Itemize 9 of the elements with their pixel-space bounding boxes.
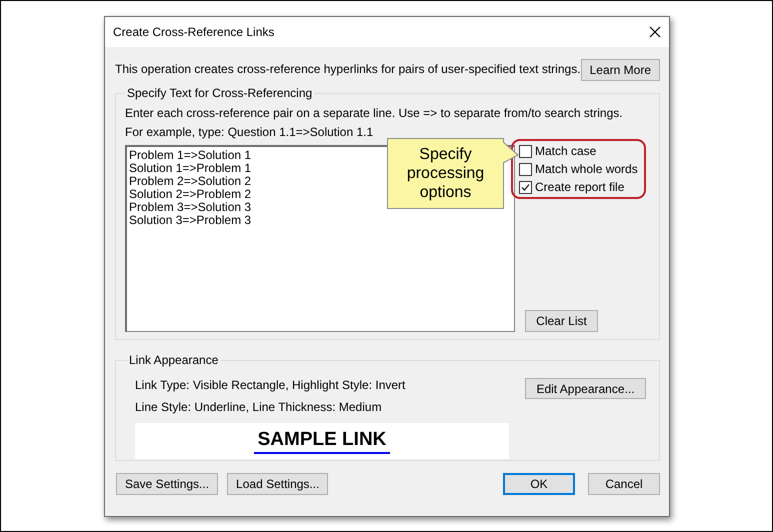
instruction-text: For example, type: Question 1.1=>Solution 1.1 bbox=[125, 125, 374, 139]
callout-tooltip: Specify processing options bbox=[387, 138, 504, 209]
appearance-text: Line Style: Underline, Line Thickness: Medium bbox=[135, 400, 383, 414]
group-label: Specify Text for Cross-Referencing bbox=[126, 86, 314, 100]
window-title: Create Cross-Reference Links bbox=[113, 25, 274, 39]
instruction-text: Enter each cross-reference pair on a separate line. Use => to separate from/to search strings. bbox=[125, 106, 624, 120]
group-label: Link Appearance bbox=[128, 353, 220, 367]
appearance-text: Link Type: Visible Rectangle, Highlight Style: Invert bbox=[135, 378, 406, 392]
description-text: This operation creates cross-reference hyperlinks for pairs of user-specified text strings. bbox=[115, 62, 581, 76]
